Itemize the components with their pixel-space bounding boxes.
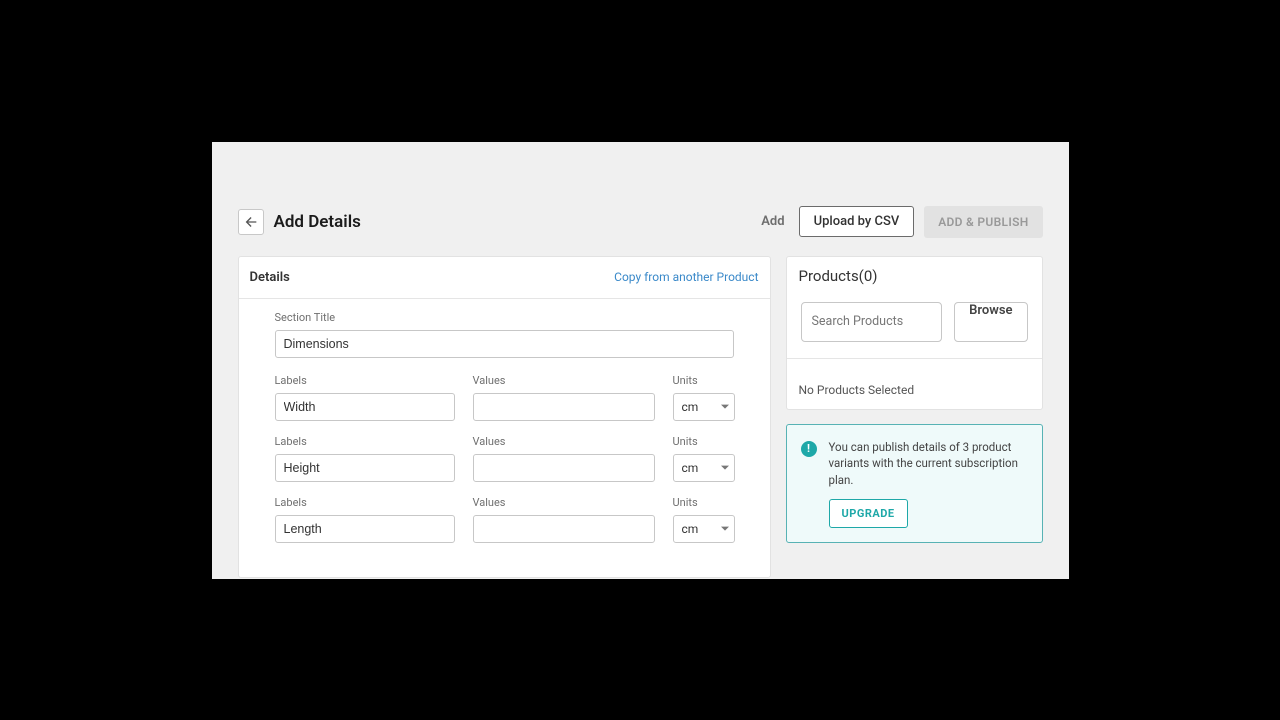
details-card: Details Copy from another Product Sectio… <box>238 256 771 578</box>
labels-column-header: Labels <box>275 496 455 509</box>
page-header: Add Details Add Upload by CSV ADD & PUBL… <box>212 192 1069 256</box>
upload-csv-button[interactable]: Upload by CSV <box>799 206 915 237</box>
upgrade-body: You can publish details of 3 product var… <box>829 439 1028 529</box>
copy-from-product-link[interactable]: Copy from another Product <box>614 270 758 284</box>
upgrade-button[interactable]: UPGRADE <box>829 499 908 529</box>
upgrade-message: You can publish details of 3 product var… <box>829 439 1028 489</box>
unit-value: cm <box>682 400 699 414</box>
value-input[interactable] <box>473 454 655 482</box>
section-title-label: Section Title <box>275 311 734 324</box>
details-card-title: Details <box>250 270 290 285</box>
detail-row: Labels Values Units cm <box>275 435 734 482</box>
detail-row: Labels Values Units cm <box>275 496 734 543</box>
labels-column-header: Labels <box>275 435 455 448</box>
values-column-header: Values <box>473 435 655 448</box>
section-title-field: Section Title <box>275 311 734 358</box>
content: Details Copy from another Product Sectio… <box>212 256 1069 578</box>
page-title: Add Details <box>274 212 361 232</box>
unit-value: cm <box>682 461 699 475</box>
browse-button[interactable]: Browse <box>954 302 1027 342</box>
products-empty-state: No Products Selected <box>787 358 1042 409</box>
unit-select[interactable]: cm <box>673 393 735 421</box>
values-column-header: Values <box>473 496 655 509</box>
details-card-body: Section Title Labels Values Units <box>239 299 770 577</box>
products-search-row: Search Products Browse <box>787 294 1042 358</box>
back-arrow-icon <box>243 214 259 230</box>
unit-select[interactable]: cm <box>673 454 735 482</box>
units-column-header: Units <box>673 374 735 387</box>
products-card: Products(0) Search Products Browse No Pr… <box>786 256 1043 410</box>
values-column-header: Values <box>473 374 655 387</box>
products-card-title: Products(0) <box>799 267 878 285</box>
label-input[interactable] <box>275 454 455 482</box>
units-column-header: Units <box>673 435 735 448</box>
info-icon: ! <box>801 441 817 457</box>
app-window: Add Details Add Upload by CSV ADD & PUBL… <box>212 142 1069 579</box>
detail-row: Labels Values Units cm <box>275 374 734 421</box>
add-button[interactable]: Add <box>757 206 788 237</box>
add-and-publish-button: ADD & PUBLISH <box>924 206 1042 238</box>
header-left: Add Details <box>238 209 361 235</box>
products-search-input[interactable]: Search Products <box>801 302 943 342</box>
upgrade-notice: ! You can publish details of 3 product v… <box>786 424 1043 544</box>
section-title-input[interactable] <box>275 330 734 358</box>
details-card-header: Details Copy from another Product <box>239 257 770 299</box>
back-button[interactable] <box>238 209 264 235</box>
value-input[interactable] <box>473 515 655 543</box>
value-input[interactable] <box>473 393 655 421</box>
products-card-header: Products(0) <box>787 257 1042 294</box>
label-input[interactable] <box>275 515 455 543</box>
units-column-header: Units <box>673 496 735 509</box>
labels-column-header: Labels <box>275 374 455 387</box>
header-actions: Add Upload by CSV ADD & PUBLISH <box>757 206 1042 238</box>
unit-select[interactable]: cm <box>673 515 735 543</box>
unit-value: cm <box>682 522 699 536</box>
sidebar: Products(0) Search Products Browse No Pr… <box>786 256 1043 578</box>
label-input[interactable] <box>275 393 455 421</box>
